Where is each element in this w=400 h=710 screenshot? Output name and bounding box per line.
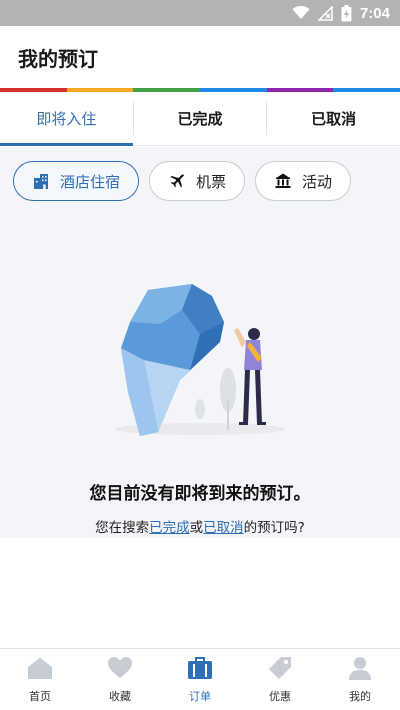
filter-hotel-chip[interactable]: 酒店住宿 [13,161,140,201]
completed-bookings-link[interactable]: 已完成 [149,520,190,536]
nav-home-label: 首页 [29,689,51,703]
empty-state-prefix: 您在搜索 [95,520,150,536]
tab-cancelled-label: 已取消 [311,110,357,128]
nav-deals[interactable]: 优惠 [240,649,320,710]
briefcase-icon [187,656,213,684]
tab-upcoming[interactable]: 即将入住 [0,92,133,146]
category-filter-chips: 酒店住宿 机票 活动 [13,161,352,201]
attraction-icon [274,172,292,190]
heart-icon [107,656,133,684]
empty-state-suffix: 的预订吗? [243,520,305,536]
filter-activity-label: 活动 [302,172,333,191]
no-signal-icon [317,5,333,21]
nav-profile-label: 我的 [349,689,371,703]
wifi-icon [292,6,310,20]
nav-orders[interactable]: 订单 [160,649,240,710]
battery-charging-icon [341,4,352,22]
status-bar: 7:04 [0,0,400,26]
tag-icon [267,656,293,684]
cancelled-bookings-link[interactable]: 已取消 [203,520,244,536]
home-icon [27,656,53,684]
content-area: 酒店住宿 机票 活动 您目前没有即将到来的预订。 您在搜索已完成或已取消的预订吗… [0,147,400,538]
tab-cancelled[interactable]: 已取消 [267,92,400,145]
person-icon [347,656,373,684]
empty-state-middle: 或 [189,520,204,536]
filter-activity-chip[interactable]: 活动 [255,161,352,201]
filter-flight-label: 机票 [196,172,227,191]
empty-state-illustration [100,282,300,442]
empty-state-subtitle: 您在搜索已完成或已取消的预订吗? [0,516,400,536]
tab-completed-label: 已完成 [177,110,223,128]
airplane-icon [168,172,186,190]
nav-orders-label: 订单 [189,689,211,703]
status-time: 7:04 [359,4,390,22]
nav-deals-label: 优惠 [269,689,291,703]
nav-favorites[interactable]: 收藏 [80,649,160,710]
hotel-icon [32,172,50,190]
filter-flight-chip[interactable]: 机票 [149,161,246,201]
nav-profile[interactable]: 我的 [320,649,400,710]
page-title: 我的预订 [18,46,98,71]
empty-state-title: 您目前没有即将到来的预订。 [89,484,311,504]
tab-upcoming-label: 即将入住 [36,110,97,128]
filter-hotel-label: 酒店住宿 [60,172,121,191]
booking-status-tabs: 即将入住 已完成 已取消 [0,92,400,146]
bottom-navigation: 首页 收藏 订单 优惠 我的 [0,648,400,710]
nav-home[interactable]: 首页 [0,649,80,710]
tab-completed[interactable]: 已完成 [134,92,267,145]
app-header: 我的预订 [0,26,400,88]
nav-favorites-label: 收藏 [109,689,131,703]
